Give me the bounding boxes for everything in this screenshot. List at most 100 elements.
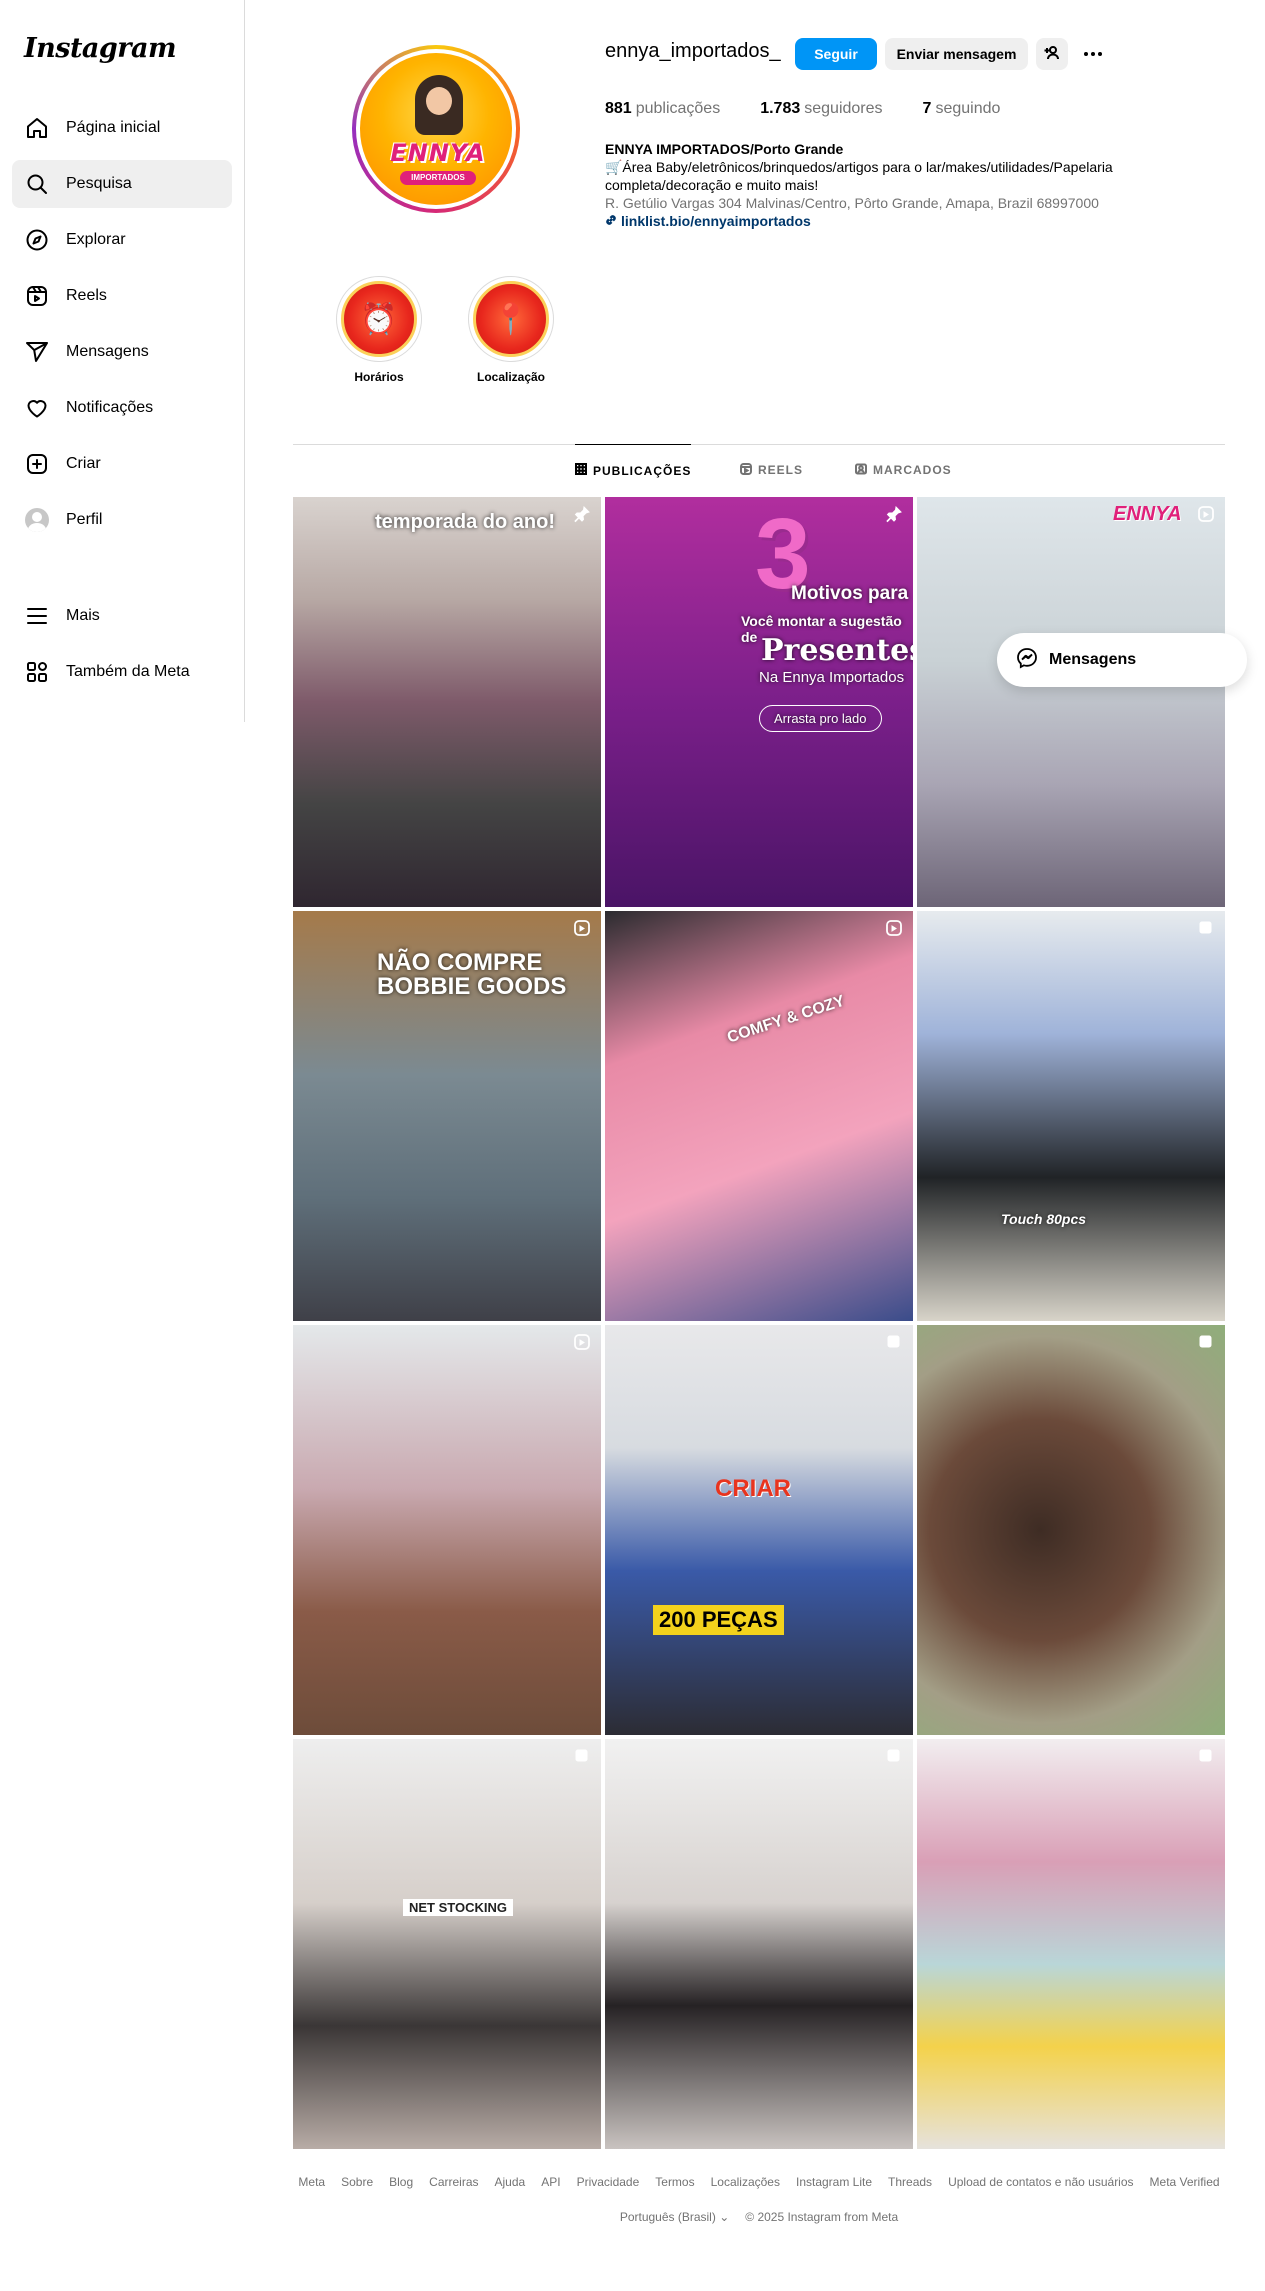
post-tile[interactable]: 3 Motivos para Você montar a sugestão de… [605,497,913,907]
sidebar-item-label: Mensagens [66,343,149,360]
menu-icon [24,603,50,629]
footer-link[interactable]: Threads [888,2175,932,2189]
carousel-icon [1197,919,1215,937]
post-tile[interactable]: NÃO COMPRE BOBBIE GOODS [293,911,601,1321]
post-tile[interactable] [293,1325,601,1735]
carousel-icon [1197,1747,1215,1765]
sidebar-item-search[interactable]: Pesquisa [12,160,232,208]
highlight-location[interactable]: 📍 Localização [468,276,554,384]
footer-link[interactable]: Privacidade [577,2175,640,2189]
post-tile[interactable]: COMFY & COZY [605,911,913,1321]
tab-reels[interactable]: REELS [740,444,803,496]
follow-button[interactable]: Seguir [795,38,877,70]
footer-link[interactable]: Instagram Lite [796,2175,872,2189]
sidebar-item-label: Página inicial [66,119,161,136]
footer-link[interactable]: Upload de contatos e não usuários [948,2175,1133,2189]
plus-square-icon [24,451,50,477]
sidebar-item-explore[interactable]: Explorar [12,216,232,264]
post-tile[interactable]: Touch 80pcs [917,911,1225,1321]
footer-link[interactable]: Meta Verified [1150,2175,1220,2189]
footer-link[interactable]: Sobre [341,2175,373,2189]
post-tile[interactable] [917,1739,1225,2149]
carousel-icon [885,1333,903,1351]
following-stat[interactable]: 7 seguindo [923,100,1001,118]
language-selector[interactable]: Português (Brasil) ⌄ [620,2210,729,2224]
post-caption: NET STOCKING [403,1899,513,1916]
suggest-accounts-button[interactable] [1036,38,1068,70]
sidebar-item-notifications[interactable]: Notificações [12,384,232,432]
highlight-hours[interactable]: ⏰ Horários [336,276,422,384]
sidebar-item-home[interactable]: Página inicial [12,104,232,152]
reels-icon [740,462,752,478]
messages-floating-button[interactable]: Mensagens [997,633,1247,687]
sidebar-item-label: Mais [66,607,100,624]
more-options-icon[interactable] [1080,42,1106,66]
sidebar-item-label: Notificações [66,399,154,416]
profile-username: ennya_importados_ [605,40,781,62]
sidebar-item-reels[interactable]: Reels [12,272,232,320]
tab-tagged[interactable]: MARCADOS [855,444,952,496]
sidebar: Instagram Página inicial Pesquisa Explor… [0,0,245,722]
bio-address[interactable]: R. Getúlio Vargas 304 Malvinas/Centro, P… [605,194,1165,212]
post-tile[interactable]: NET STOCKING [293,1739,601,2149]
carousel-icon [885,1747,903,1765]
profile-logo-text: ENNYA [390,139,486,167]
footer-link[interactable]: Carreiras [429,2175,478,2189]
sidebar-item-more[interactable]: Mais [12,592,232,640]
sidebar-item-label: Explorar [66,231,126,248]
heart-icon [24,395,50,421]
compass-icon [24,227,50,253]
footer-link[interactable]: Localizações [711,2175,780,2189]
sidebar-item-create[interactable]: Criar [12,440,232,488]
messenger-icon [1015,646,1039,675]
grid-icon [575,463,587,478]
footer-link[interactable]: Meta [298,2175,325,2189]
post-tile[interactable] [605,1739,913,2149]
footer-link[interactable]: Termos [655,2175,694,2189]
footer-link[interactable]: Ajuda [495,2175,526,2189]
sidebar-item-label: Pesquisa [66,175,132,192]
reel-icon [573,1333,591,1351]
instagram-logo[interactable]: Instagram [24,33,177,64]
alarm-clock-icon: ⏰ [360,302,398,336]
pin-icon [885,505,903,523]
link-icon [605,212,617,230]
sidebar-nav: Página inicial Pesquisa Explorar Reels M… [12,104,232,552]
posts-stat: 881 publicações [605,100,721,117]
bio-name: ENNYA IMPORTADOS/Porto Grande [605,141,844,157]
highlight-label: Localização [476,370,546,384]
post-tile[interactable] [917,1325,1225,1735]
post-caption: NÃO COMPRE BOBBIE GOODS [377,949,567,1000]
post-tile[interactable]: ENNYA [917,497,1225,907]
footer-link[interactable]: API [541,2175,560,2189]
sidebar-item-profile[interactable]: Perfil [12,496,232,544]
post-tile[interactable]: CRIAR 200 PEÇAS [605,1325,913,1735]
home-icon [24,115,50,141]
profile-stats: 881 publicações 1.783 seguidores 7 seguindo [605,100,1000,118]
sidebar-item-messages[interactable]: Mensagens [12,328,232,376]
footer-link[interactable]: Blog [389,2175,413,2189]
bio-line: 🛒Área Baby/eletrônicos/brinquedos/artigo… [605,159,1113,175]
profile-logo-sub: IMPORTADOS [400,171,476,185]
post-caption: temporada do ano! [375,511,556,533]
reel-icon [885,919,903,937]
sidebar-item-label: Perfil [66,511,103,528]
followers-stat[interactable]: 1.783 seguidores [760,100,882,118]
tab-posts[interactable]: PUBLICAÇÕES [575,444,692,496]
profile-avatar [24,507,50,533]
highlight-label: Horários [354,370,404,384]
profile-bio: ENNYA IMPORTADOS/Porto Grande 🛒Área Baby… [605,140,1165,230]
post-caption: CRIAR [715,1475,791,1502]
bio-link[interactable]: linklist.bio/ennyaimportados [605,212,1165,230]
post-caption: Touch 80pcs [1001,1211,1087,1227]
send-message-button[interactable]: Enviar mensagem [885,38,1028,70]
profile-picture[interactable]: ENNYA IMPORTADOS [352,45,520,213]
copyright: © 2025 Instagram from Meta [745,2210,899,2224]
search-icon [24,171,50,197]
carousel-icon [1197,1333,1215,1351]
post-tile[interactable]: ... temporada do ano! [293,497,601,907]
sidebar-item-label: Reels [66,287,107,304]
sidebar-item-also-from-meta[interactable]: Também da Meta [12,648,232,696]
footer-meta: Português (Brasil) ⌄ © 2025 Instagram fr… [293,2210,1225,2224]
footer-links: Meta Sobre Blog Carreiras Ajuda API Priv… [293,2175,1225,2189]
